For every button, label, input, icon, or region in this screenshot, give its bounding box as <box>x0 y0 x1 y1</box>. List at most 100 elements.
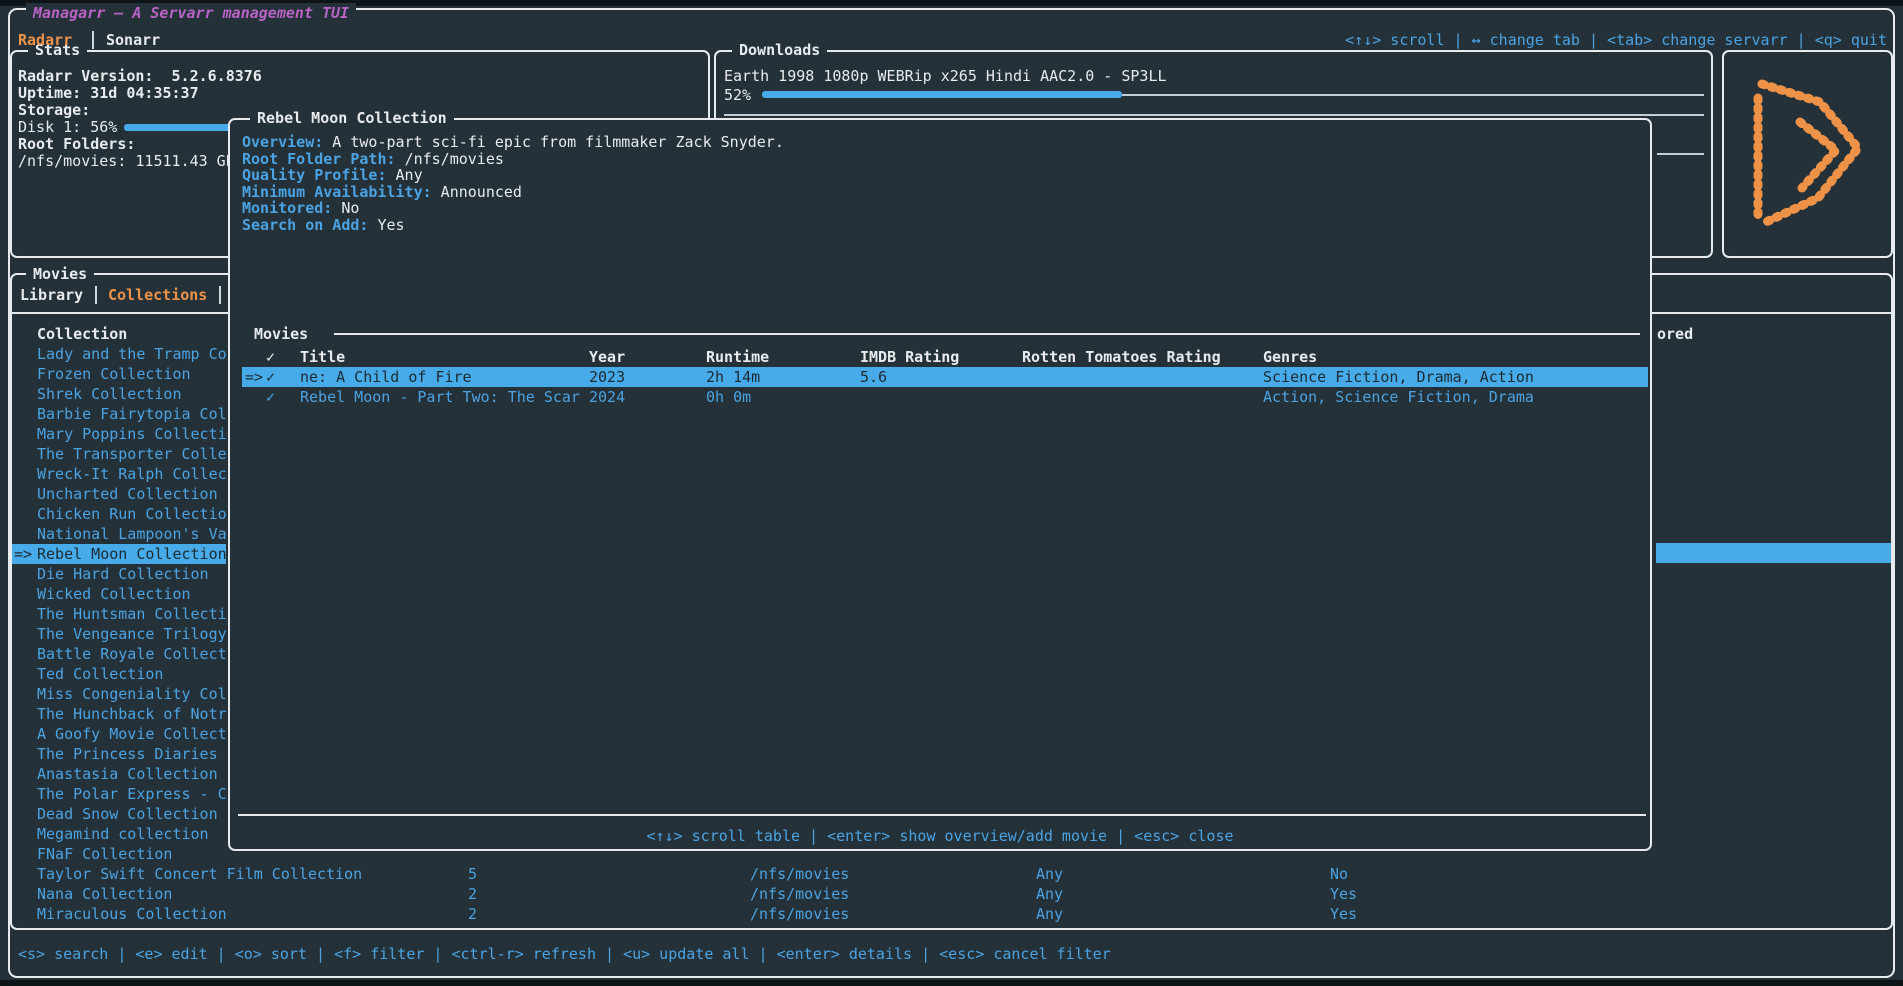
download-progress-track <box>1122 94 1704 96</box>
collection-row[interactable]: Lady and the Tramp Co <box>37 344 227 364</box>
collection-row[interactable]: The Transporter Colle <box>37 444 227 464</box>
modal-col-imdb: IMDB Rating <box>860 347 959 367</box>
modal-movies-section-title: Movies <box>254 324 308 344</box>
collection-path-cell: /nfs/movies <box>750 904 849 924</box>
collection-search-on-add-cell: Yes <box>1330 884 1357 904</box>
collection-count-cell: 2 <box>468 904 477 924</box>
collection-details-modal: Rebel Moon Collection Overview: A two-pa… <box>228 118 1652 851</box>
download-percent: 52% <box>724 85 751 105</box>
collection-row-full[interactable]: Taylor Swift Concert Film Collection 5/nf… <box>0 864 1891 884</box>
stats-root-folder: /nfs/movies: 11511.43 GB <box>18 151 235 171</box>
bottom-keybind-hints: <s> search | <e> edit | <o> sort | <f> f… <box>18 944 1111 964</box>
collection-row[interactable]: Megamind collection <box>37 824 227 844</box>
collection-path-cell: /nfs/movies <box>750 884 849 904</box>
movie-title-cell: Rebel Moon - Part Two: The Scar <box>300 387 580 407</box>
modal-col-rt: Rotten Tomatoes Rating <box>1022 347 1221 367</box>
collection-search-on-add-cell: Yes <box>1330 904 1357 924</box>
collection-row[interactable]: Die Hard Collection <box>37 564 227 584</box>
collection-name-cell: Taylor Swift Concert Film Collection <box>37 864 362 884</box>
collection-profile-cell: Any <box>1036 864 1063 884</box>
download-progress-track-2 <box>724 114 1704 116</box>
collection-row-full[interactable]: Nana Collection2/nfs/moviesAnyYes <box>0 884 1891 904</box>
movie-year-cell: 2023 <box>589 367 625 387</box>
selection-arrow: => <box>245 367 263 387</box>
movie-row[interactable]: ✓Rebel Moon - Part Two: The Scar20240h 0… <box>242 387 1648 407</box>
collection-row[interactable]: National Lampoon's Va <box>37 524 227 544</box>
app-title: Managarr — A Servarr management TUI <box>26 3 356 23</box>
movie-runtime-cell: 2h 14m <box>706 367 760 387</box>
movie-genres-cell: Action, Science Fiction, Drama <box>1263 387 1534 407</box>
selection-arrow: => <box>14 544 32 564</box>
modal-col-title: Title <box>300 347 345 367</box>
collection-row[interactable]: FNaF Collection <box>37 844 227 864</box>
downloads-panel-title: Downloads <box>732 40 827 60</box>
modal-field: Search on Add: Yes <box>242 215 405 235</box>
collection-profile-cell: Any <box>1036 904 1063 924</box>
modal-col-year: Year <box>589 347 625 367</box>
collection-row[interactable]: Wicked Collection <box>37 584 227 604</box>
modal-keybind-hints: <↑↓> scroll table | <enter> show overvie… <box>230 826 1650 846</box>
movie-genres-cell: Science Fiction, Drama, Action <box>1263 367 1534 387</box>
tab-collections[interactable]: Collections <box>108 285 207 305</box>
collection-row[interactable]: Shrek Collection <box>37 384 227 404</box>
collections-header-collection: Collection <box>37 324 127 344</box>
collection-row[interactable]: The Polar Express - C <box>37 784 227 804</box>
movie-row-selected[interactable]: =>✓ ne: A Child of Fire 2023 2h 14m 5.6 Scien… <box>242 367 1648 387</box>
modal-movies-title-line <box>334 333 1640 335</box>
movies-tab-separator-2 <box>219 286 221 304</box>
collection-name-cell: Miraculous Collection <box>37 904 227 924</box>
radarr-logo-icon <box>1740 70 1880 240</box>
collection-row[interactable]: Battle Royale Collect <box>37 644 227 664</box>
download-progress-track-3 <box>1657 153 1704 155</box>
modal-col-runtime: Runtime <box>706 347 769 367</box>
collection-path-cell: /nfs/movies <box>750 864 849 884</box>
modal-footer-separator <box>238 814 1646 816</box>
movie-check-cell: ✓ <box>266 387 275 407</box>
collection-row-selected[interactable]: =>Rebel Moon Collection <box>12 544 226 564</box>
disk-usage-gauge <box>124 124 232 131</box>
terminal-bottom-strip <box>0 980 1903 986</box>
collection-row[interactable]: The Princess Diaries <box>37 744 227 764</box>
collection-row[interactable]: The Huntsman Collecti <box>37 604 227 624</box>
collection-row[interactable]: Uncharted Collection <box>37 484 227 504</box>
collection-row[interactable]: Mary Poppins Collecti <box>37 424 227 444</box>
tab-sonarr[interactable]: Sonarr <box>106 30 160 50</box>
collection-row-label: Rebel Moon Collection <box>37 544 226 564</box>
tab-separator <box>92 31 94 49</box>
collections-header-monitored-sliver: ored <box>1657 324 1693 344</box>
collection-row-full[interactable]: Miraculous Collection 2/nfs/movies Any Yes <box>0 904 1891 924</box>
logo-panel <box>1722 50 1893 258</box>
movie-runtime-cell: 0h 0m <box>706 387 751 407</box>
download-item-name: Earth 1998 1080p WEBRip x265 Hindi AAC2.… <box>724 66 1167 86</box>
collection-row[interactable]: Wreck-It Ralph Collec <box>37 464 227 484</box>
collection-name-cell: Nana Collection <box>37 884 172 904</box>
tab-library[interactable]: Library <box>20 285 83 305</box>
collection-row[interactable]: A Goofy Movie Collect <box>37 724 227 744</box>
collection-row[interactable]: The Hunchback of Notr <box>37 704 227 724</box>
collection-profile-cell: Any <box>1036 884 1063 904</box>
collection-row[interactable]: Miss Congeniality Col <box>37 684 227 704</box>
modal-col-genres: Genres <box>1263 347 1317 367</box>
collection-row[interactable]: The Vengeance Trilogy <box>37 624 227 644</box>
movies-panel-title: Movies <box>26 264 94 284</box>
collection-row[interactable]: Dead Snow Collection <box>37 804 227 824</box>
collection-row[interactable]: Anastasia Collection <box>37 764 227 784</box>
collection-row[interactable]: Barbie Fairytopia Col <box>37 404 227 424</box>
collection-row[interactable]: Ted Collection <box>37 664 227 684</box>
movie-check-cell: ✓ <box>266 367 275 387</box>
movie-imdb-cell: 5.6 <box>860 367 887 387</box>
selected-row-right-sliver <box>1656 543 1891 563</box>
movies-tab-separator-1 <box>95 286 97 304</box>
tab-radarr[interactable]: Radarr <box>18 30 72 50</box>
managarr-tui-screen: { "colors": { "background": "#243138", "… <box>0 0 1903 986</box>
collection-search-on-add-cell: No <box>1330 864 1348 884</box>
collection-row[interactable]: Chicken Run Collectio <box>37 504 227 524</box>
collection-row[interactable]: Frozen Collection <box>37 364 227 384</box>
download-progress-gauge <box>762 91 1122 98</box>
modal-field-label: Search on Add: <box>242 216 368 234</box>
modal-title: Rebel Moon Collection <box>250 108 454 128</box>
collection-count-cell: 5 <box>468 864 477 884</box>
movie-title-cell: ne: A Child of Fire <box>300 367 472 387</box>
top-keybind-hints: <↑↓> scroll | ↔ change tab | <tab> chang… <box>1345 30 1887 50</box>
modal-col-check: ✓ <box>266 347 275 367</box>
